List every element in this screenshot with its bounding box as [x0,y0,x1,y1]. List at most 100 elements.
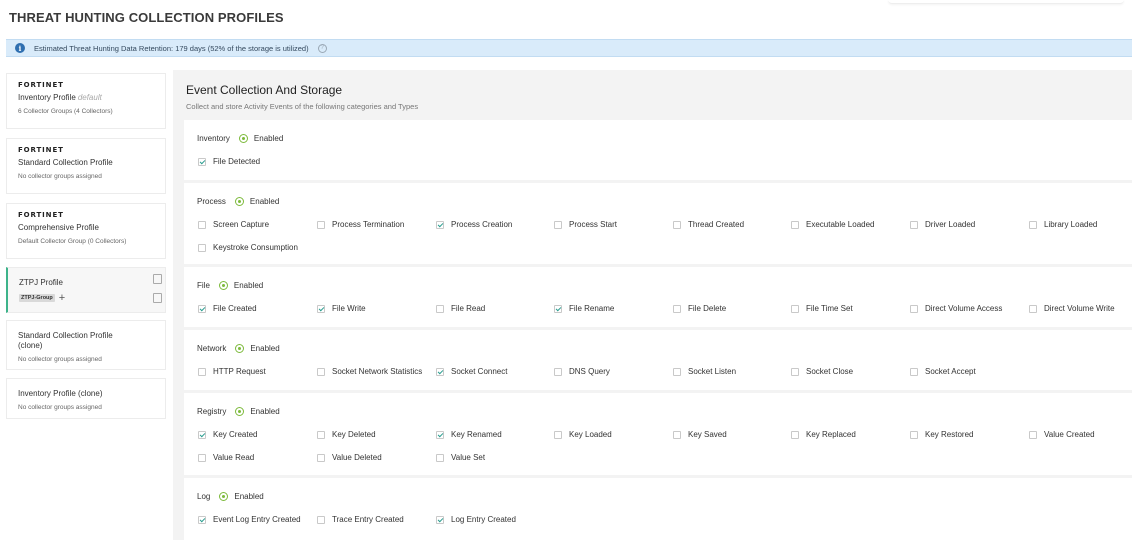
event-option[interactable]: HTTP Request [198,367,266,376]
event-option[interactable]: File Detected [198,157,260,166]
profile-card[interactable]: FORTINET Inventory Profile default 6 Collec… [6,73,166,129]
checkbox-unchecked[interactable] [910,304,918,313]
checkbox-unchecked[interactable] [910,430,918,439]
checkbox-unchecked[interactable] [317,220,325,229]
event-option[interactable]: Socket Listen [673,367,736,376]
event-option[interactable]: DNS Query [554,367,610,376]
checkbox-unchecked[interactable] [554,220,562,229]
checkbox-checked[interactable] [436,430,444,439]
event-option[interactable]: Key Renamed [436,430,502,439]
event-option[interactable]: File Time Set [791,304,853,313]
enabled-status-icon[interactable] [219,492,229,501]
event-option[interactable]: Thread Created [673,220,744,229]
enabled-status-icon[interactable] [235,407,245,416]
event-option[interactable]: Key Deleted [317,430,376,439]
checkbox-checked[interactable] [436,515,444,524]
event-option[interactable]: Keystroke Consumption [198,243,298,252]
enabled-status-icon[interactable] [218,281,228,290]
event-option[interactable]: File Read [436,304,485,313]
event-option[interactable]: File Delete [673,304,726,313]
event-option[interactable]: Value Set [436,453,485,462]
fortinet-logo: FORTINET [18,145,64,154]
checkbox-unchecked[interactable] [910,220,918,229]
event-category-inventory: Inventory Enabled File Detected [184,120,1132,180]
checkbox-unchecked[interactable] [317,515,325,524]
checkbox-unchecked[interactable] [1029,220,1037,229]
profile-card[interactable]: FORTINET Comprehensive Profile Default Col… [6,203,166,259]
checkbox-unchecked[interactable] [198,453,206,462]
event-option[interactable]: Key Replaced [791,430,856,439]
profile-name-text: Inventory Profile (clone) [18,389,103,398]
event-option[interactable]: Direct Volume Access [910,304,1002,313]
checkbox-unchecked[interactable] [673,430,681,439]
checkbox-unchecked[interactable] [791,430,799,439]
checkbox-unchecked[interactable] [554,367,562,376]
event-option[interactable]: File Rename [554,304,614,313]
enabled-status-icon[interactable] [238,134,248,143]
event-option[interactable]: Direct Volume Write [1029,304,1115,313]
event-option[interactable]: Driver Loaded [910,220,975,229]
checkbox-checked[interactable] [436,220,444,229]
checkbox-unchecked[interactable] [673,367,681,376]
checkbox-unchecked[interactable] [198,243,206,252]
event-option[interactable]: File Write [317,304,366,313]
category-header: Network Enabled [197,344,280,353]
event-option[interactable]: Value Read [198,453,254,462]
checkbox-unchecked[interactable] [910,367,918,376]
enabled-status-icon[interactable] [234,197,244,206]
checkbox-checked[interactable] [198,430,206,439]
event-option[interactable]: Value Created [1029,430,1095,439]
checkbox-checked[interactable] [198,304,206,313]
checkbox-checked[interactable] [317,304,325,313]
checkbox-unchecked[interactable] [791,304,799,313]
checkbox-unchecked[interactable] [317,453,325,462]
checkbox-checked[interactable] [554,304,562,313]
checkbox-unchecked[interactable] [554,430,562,439]
event-option[interactable]: Socket Connect [436,367,507,376]
checkbox-unchecked[interactable] [198,220,206,229]
checkbox-unchecked[interactable] [791,367,799,376]
profile-card[interactable]: Standard Collection Profile (clone) No co… [6,320,166,370]
checkbox-unchecked[interactable] [673,220,681,229]
checkbox-unchecked[interactable] [198,367,206,376]
event-option[interactable]: Socket Accept [910,367,976,376]
event-option[interactable]: Key Restored [910,430,973,439]
clone-icon[interactable] [153,274,162,284]
profile-name: Inventory Profile (clone) [18,389,165,399]
profile-card[interactable]: Inventory Profile (clone) No collector gr… [6,378,166,419]
delete-icon[interactable] [153,293,162,303]
checkbox-unchecked[interactable] [673,304,681,313]
checkbox-unchecked[interactable] [436,304,444,313]
event-option[interactable]: Key Created [198,430,257,439]
event-option[interactable]: Trace Entry Created [317,515,404,524]
checkbox-unchecked[interactable] [317,367,325,376]
enabled-status-icon[interactable] [235,344,245,353]
event-option[interactable]: Socket Network Statistics [317,367,422,376]
event-option[interactable]: Log Entry Created [436,515,516,524]
checkbox-unchecked[interactable] [317,430,325,439]
event-option[interactable]: Library Loaded [1029,220,1097,229]
add-group-icon[interactable]: + [59,293,65,304]
event-option[interactable]: File Created [198,304,257,313]
event-option[interactable]: Process Start [554,220,617,229]
event-option[interactable]: Key Saved [673,430,727,439]
checkbox-checked[interactable] [198,515,206,524]
checkbox-unchecked[interactable] [1029,430,1037,439]
event-option[interactable]: Key Loaded [554,430,612,439]
checkbox-unchecked[interactable] [436,453,444,462]
event-option[interactable]: Screen Capture [198,220,269,229]
profile-card[interactable]: ZTPJ Profile ZTPJ-Group + [6,267,166,313]
event-option[interactable]: Process Creation [436,220,512,229]
event-option[interactable]: Event Log Entry Created [198,515,301,524]
event-option[interactable]: Executable Loaded [791,220,875,229]
profile-card[interactable]: FORTINET Standard Collection Profile No co… [6,138,166,194]
event-option[interactable]: Socket Close [791,367,853,376]
category-name: Inventory [197,134,230,143]
checkbox-checked[interactable] [198,157,206,166]
checkbox-unchecked[interactable] [791,220,799,229]
checkbox-unchecked[interactable] [1029,304,1037,313]
event-option[interactable]: Process Termination [317,220,404,229]
help-icon[interactable]: ? [317,43,327,53]
checkbox-checked[interactable] [436,367,444,376]
event-option[interactable]: Value Deleted [317,453,382,462]
